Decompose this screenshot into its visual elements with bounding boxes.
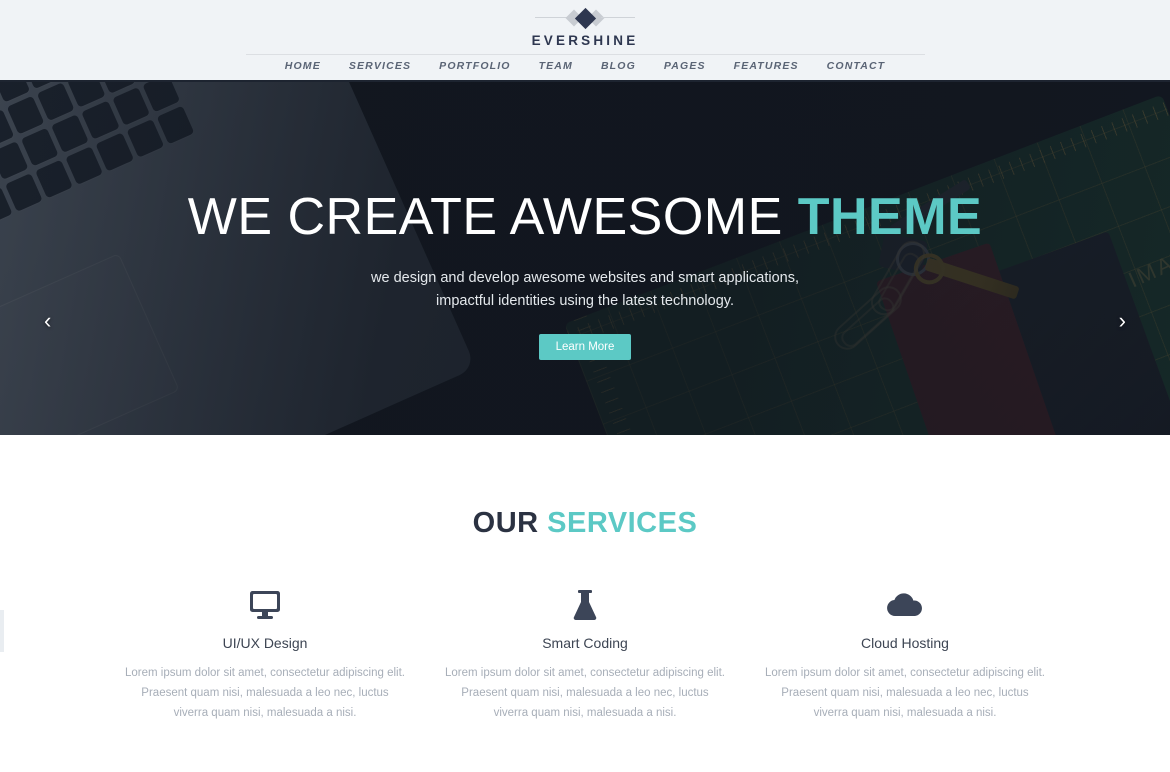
service-card[interactable]: UI/UX Design Lorem ipsum dolor sit amet,… bbox=[105, 588, 425, 723]
logo-bar-right bbox=[601, 17, 635, 18]
logo[interactable]: EVERSHINE bbox=[0, 7, 1170, 48]
site-header: EVERSHINE HOME SERVICES PORTFOLIO TEAM B… bbox=[0, 0, 1170, 82]
page-scrollbar[interactable] bbox=[0, 610, 4, 652]
services-title-main: OUR bbox=[472, 507, 548, 539]
service-description: Lorem ipsum dolor sit amet, consectetur … bbox=[445, 667, 725, 719]
hero-content: WE CREATE AWESOME THEME we design and de… bbox=[0, 190, 1170, 360]
logo-gem bbox=[574, 7, 596, 29]
main-navigation: HOME SERVICES PORTFOLIO TEAM BLOG PAGES … bbox=[0, 60, 1170, 72]
nav-item-home[interactable]: HOME bbox=[271, 60, 335, 72]
service-title: Smart Coding bbox=[542, 635, 628, 651]
service-card[interactable]: Smart Coding Lorem ipsum dolor sit amet,… bbox=[425, 588, 745, 723]
service-title: UI/UX Design bbox=[222, 635, 308, 651]
service-description: Lorem ipsum dolor sit amet, consectetur … bbox=[125, 667, 405, 719]
flask-icon bbox=[443, 588, 727, 622]
service-title: Cloud Hosting bbox=[861, 635, 949, 651]
nav-item-pages[interactable]: PAGES bbox=[650, 60, 720, 72]
service-description: Lorem ipsum dolor sit amet, consectetur … bbox=[765, 667, 1045, 719]
diamond-icon bbox=[521, 7, 649, 29]
hero-subtitle-line1: we design and develop awesome websites a… bbox=[371, 269, 799, 286]
hero-title-main: WE CREATE AWESOME bbox=[187, 188, 798, 246]
hero-subtitle-line2: impactful identities using the latest te… bbox=[436, 293, 734, 310]
hero-next-arrow-icon[interactable]: › bbox=[1119, 310, 1126, 332]
service-card[interactable]: Cloud Hosting Lorem ipsum dolor sit amet… bbox=[745, 588, 1065, 723]
hero-prev-arrow-icon[interactable]: ‹ bbox=[44, 310, 51, 332]
cloud-icon bbox=[763, 588, 1047, 622]
services-title-accent: SERVICES bbox=[547, 507, 698, 539]
services-section: OUR SERVICES UI/UX Design Lorem ipsum do… bbox=[0, 435, 1170, 772]
logo-text: EVERSHINE bbox=[531, 33, 639, 48]
nav-item-features[interactable]: FEATURES bbox=[720, 60, 813, 72]
services-title: OUR SERVICES bbox=[0, 507, 1170, 540]
services-grid: UI/UX Design Lorem ipsum dolor sit amet,… bbox=[105, 588, 1065, 772]
hero-subtitle: we design and develop awesome websites a… bbox=[0, 267, 1170, 314]
learn-more-button[interactable]: Learn More bbox=[538, 333, 632, 360]
nav-divider bbox=[246, 54, 925, 55]
nav-item-blog[interactable]: BLOG bbox=[587, 60, 650, 72]
hero-title: WE CREATE AWESOME THEME bbox=[0, 190, 1170, 245]
desktop-monitor-icon bbox=[123, 588, 407, 622]
nav-item-portfolio[interactable]: PORTFOLIO bbox=[425, 60, 524, 72]
nav-item-contact[interactable]: CONTACT bbox=[813, 60, 900, 72]
nav-item-team[interactable]: TEAM bbox=[525, 60, 587, 72]
nav-item-services[interactable]: SERVICES bbox=[335, 60, 425, 72]
hero-slider: OMNIMAT Century of American ‹ › WE CREAT… bbox=[0, 82, 1170, 435]
logo-bar-left bbox=[535, 17, 569, 18]
hero-title-accent: THEME bbox=[797, 188, 983, 246]
